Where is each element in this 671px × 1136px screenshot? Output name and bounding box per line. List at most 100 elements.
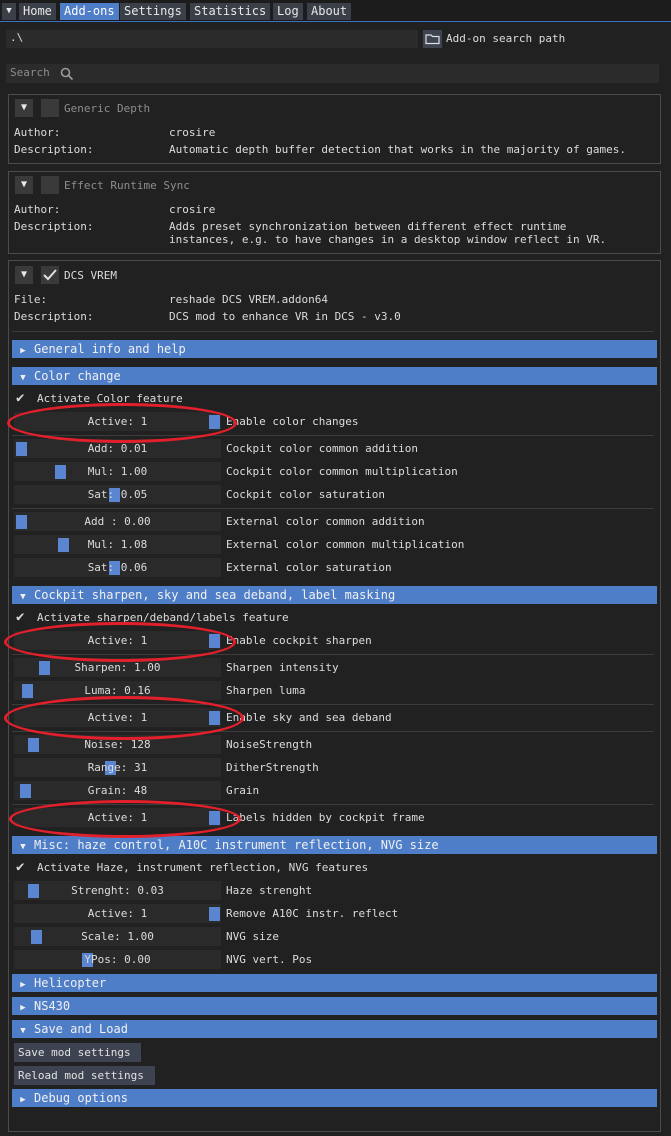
section-label: Helicopter bbox=[34, 976, 107, 990]
collapse-window-icon[interactable]: ▼ bbox=[2, 3, 16, 20]
chevron-right-icon: ▶ bbox=[20, 980, 26, 990]
slider-label: External color saturation bbox=[226, 561, 392, 574]
slider-value: Strenght: 0.03 bbox=[71, 884, 164, 897]
description-label: Description: bbox=[14, 220, 94, 233]
annotation-circle bbox=[9, 800, 241, 838]
enable-checkbox[interactable] bbox=[41, 99, 59, 117]
external-mul-slider[interactable]: Mul: 1.08 bbox=[14, 535, 221, 554]
slider-label: External color common addition bbox=[226, 515, 425, 528]
slider-label: Sharpen luma bbox=[226, 684, 306, 697]
slider-label: Remove A10C instr. reflect bbox=[226, 907, 399, 920]
slider-value: Range: 31 bbox=[87, 761, 148, 774]
slider-label: DitherStrength bbox=[226, 761, 319, 774]
chevron-right-icon: ▶ bbox=[20, 1003, 26, 1013]
check-icon[interactable]: ✔ bbox=[16, 390, 24, 406]
expand-toggle-icon[interactable]: ▼ bbox=[15, 266, 33, 284]
slider-value: Mul: 1.08 bbox=[87, 538, 148, 551]
description-value: Automatic depth buffer detection that wo… bbox=[169, 143, 626, 156]
divider bbox=[12, 331, 654, 332]
enable-checkbox[interactable] bbox=[41, 266, 59, 284]
section-label: General info and help bbox=[34, 342, 186, 356]
grain-slider[interactable]: Grain: 48 bbox=[14, 781, 221, 800]
menu-bar: ▼ Home Add-ons Settings Statistics Log A… bbox=[0, 0, 671, 22]
expand-toggle-icon[interactable]: ▼ bbox=[15, 176, 33, 194]
author-value: crosire bbox=[169, 126, 216, 139]
chevron-down-icon: ▼ bbox=[20, 373, 26, 383]
external-add-slider[interactable]: Add : 0.00 bbox=[14, 512, 221, 531]
section-color-change[interactable]: ▼ Color change bbox=[12, 367, 657, 385]
section-debug-options[interactable]: ▶ Debug options bbox=[12, 1089, 657, 1107]
enable-checkbox[interactable] bbox=[41, 176, 59, 194]
annotation-circle bbox=[4, 696, 244, 740]
slider-value: Active: 1 bbox=[87, 907, 148, 920]
section-misc[interactable]: ▼ Misc: haze control, A10C instrument ref… bbox=[12, 836, 657, 854]
expand-toggle-icon[interactable]: ▼ bbox=[15, 99, 33, 117]
cockpit-mul-slider[interactable]: Mul: 1.00 bbox=[14, 462, 221, 481]
chevron-right-icon: ▶ bbox=[20, 346, 26, 356]
addon-name: Effect Runtime Sync bbox=[64, 179, 190, 192]
search-input[interactable]: Search bbox=[6, 64, 659, 83]
slider-label: Labels hidden by cockpit frame bbox=[226, 811, 425, 824]
annotation-circle bbox=[7, 403, 237, 443]
description-value-line2: instances, e.g. to have changes in a des… bbox=[169, 233, 607, 246]
addon-path-input[interactable]: .\ bbox=[6, 30, 418, 48]
description-label: Description: bbox=[14, 143, 94, 156]
folder-icon[interactable] bbox=[423, 30, 442, 48]
save-mod-settings-button[interactable]: Save mod settings bbox=[14, 1043, 141, 1062]
slider-value: Scale: 1.00 bbox=[81, 930, 154, 943]
divider bbox=[12, 508, 654, 509]
check-icon[interactable]: ✔ bbox=[16, 859, 24, 875]
slider-label: Haze strenght bbox=[226, 884, 313, 897]
reload-mod-settings-button[interactable]: Reload mod settings bbox=[14, 1066, 155, 1085]
slider-label: Cockpit color saturation bbox=[226, 488, 385, 501]
description-value: DCS mod to enhance VR in DCS - v3.0 bbox=[169, 310, 401, 323]
slider-label: NoiseStrength bbox=[226, 738, 313, 751]
tab-add-ons[interactable]: Add-ons bbox=[60, 3, 119, 20]
slider-label: Cockpit color common multiplication bbox=[226, 465, 458, 478]
slider-label: Cockpit color common addition bbox=[226, 442, 419, 455]
slider-label: NVG size bbox=[226, 930, 279, 943]
section-label: Debug options bbox=[34, 1091, 128, 1105]
nvg-ypos-slider[interactable]: YPos: 0.00 bbox=[14, 950, 221, 969]
check-icon[interactable]: ✔ bbox=[16, 609, 24, 625]
section-ns430[interactable]: ▶ NS430 bbox=[12, 997, 657, 1015]
haze-slider[interactable]: Strenght: 0.03 bbox=[14, 881, 221, 900]
tab-home[interactable]: Home bbox=[19, 3, 56, 20]
section-save-load[interactable]: ▼ Save and Load bbox=[12, 1020, 657, 1038]
tab-statistics[interactable]: Statistics bbox=[190, 3, 271, 20]
file-value: reshade DCS VREM.addon64 bbox=[169, 293, 328, 306]
section-helicopter[interactable]: ▶ Helicopter bbox=[12, 974, 657, 992]
slider-label: NVG vert. Pos bbox=[226, 953, 313, 966]
author-label: Author: bbox=[14, 203, 61, 216]
section-label: Save and Load bbox=[34, 1022, 128, 1036]
reflect-active-slider[interactable]: Active: 1 bbox=[14, 904, 221, 923]
addon-name: Generic Depth bbox=[64, 102, 151, 115]
cockpit-sat-slider[interactable]: Sat: 0.05 bbox=[14, 485, 221, 504]
check-icon bbox=[43, 269, 57, 281]
section-general-info[interactable]: ▶ General info and help bbox=[12, 340, 657, 358]
search-placeholder: Search bbox=[10, 66, 50, 79]
nvg-size-slider[interactable]: Scale: 1.00 bbox=[14, 927, 221, 946]
author-value: crosire bbox=[169, 203, 216, 216]
slider-value: Grain: 48 bbox=[87, 784, 148, 797]
activate-misc-label: Activate Haze, instrument reflection, NV… bbox=[37, 861, 369, 874]
author-label: Author: bbox=[14, 126, 61, 139]
section-cockpit-sharpen[interactable]: ▼ Cockpit sharpen, sky and sea deband, la… bbox=[12, 586, 657, 604]
tab-settings[interactable]: Settings bbox=[120, 3, 186, 20]
tab-log[interactable]: Log bbox=[273, 3, 303, 20]
slider-value: YPos: 0.00 bbox=[84, 953, 151, 966]
description-label: Description: bbox=[14, 310, 94, 323]
slider-value: Sat: 0.06 bbox=[87, 561, 148, 574]
addon-name: DCS VREM bbox=[64, 269, 117, 282]
tab-about[interactable]: About bbox=[307, 3, 352, 20]
search-icon bbox=[60, 67, 74, 81]
external-sat-slider[interactable]: Sat: 0.06 bbox=[14, 558, 221, 577]
slider-label: Grain bbox=[226, 784, 260, 797]
section-label: NS430 bbox=[34, 999, 71, 1013]
slider-value: Add : 0.00 bbox=[84, 515, 151, 528]
chevron-down-icon: ▼ bbox=[20, 592, 26, 602]
range-slider[interactable]: Range: 31 bbox=[14, 758, 221, 777]
section-label: Cockpit sharpen, sky and sea deband, lab… bbox=[34, 588, 396, 602]
slider-label: Enable cockpit sharpen bbox=[226, 634, 372, 647]
slider-label: External color common multiplication bbox=[226, 538, 465, 551]
